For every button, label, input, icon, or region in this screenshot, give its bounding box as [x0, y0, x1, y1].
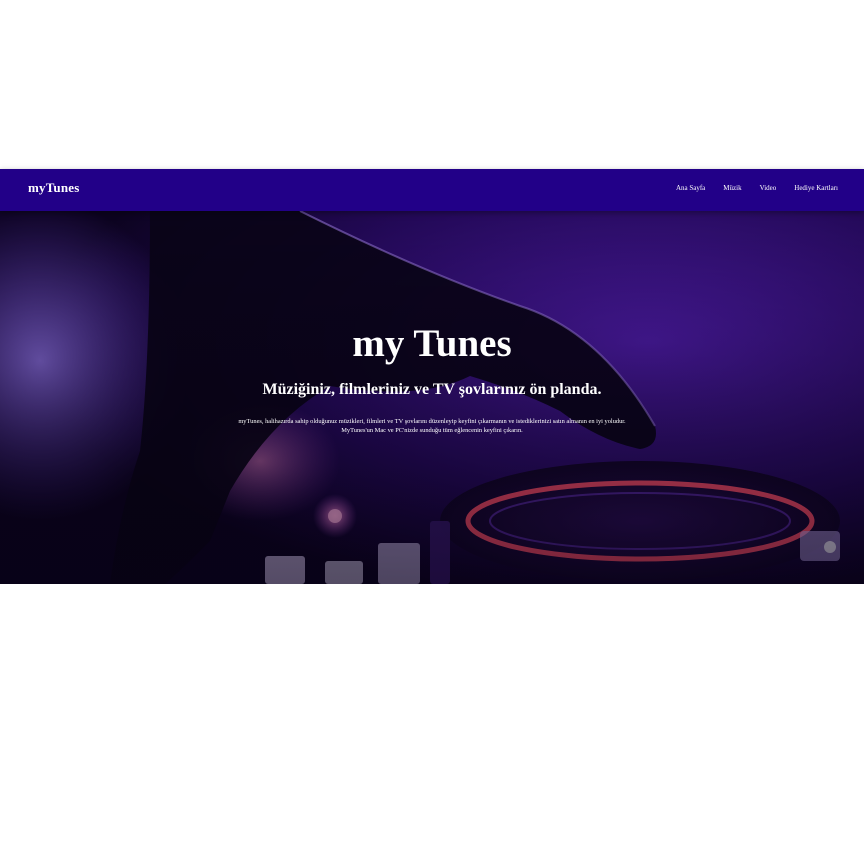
- navbar: myTunes Ana Sayfa Müzik Video Hediye Kar…: [0, 169, 864, 211]
- nav-link-home[interactable]: Ana Sayfa: [676, 184, 705, 192]
- hero-title: my Tunes: [352, 322, 512, 365]
- hero-description: myTunes, halihazırda sahip olduğunuz müz…: [238, 418, 626, 434]
- page: myTunes Ana Sayfa Müzik Video Hediye Kar…: [0, 0, 864, 864]
- nav-link-video[interactable]: Video: [760, 184, 777, 192]
- nav-links: Ana Sayfa Müzik Video Hediye Kartları: [676, 184, 838, 192]
- brand-logo[interactable]: myTunes: [28, 180, 80, 196]
- hero-content: my Tunes Müziğiniz, filmleriniz ve TV şo…: [0, 211, 864, 584]
- hero-subtitle: Müziğiniz, filmleriniz ve TV şovlarınız …: [262, 381, 602, 398]
- nav-link-music[interactable]: Müzik: [723, 184, 741, 192]
- nav-link-gift-cards[interactable]: Hediye Kartları: [794, 184, 838, 192]
- hero-section: my Tunes Müziğiniz, filmleriniz ve TV şo…: [0, 211, 864, 584]
